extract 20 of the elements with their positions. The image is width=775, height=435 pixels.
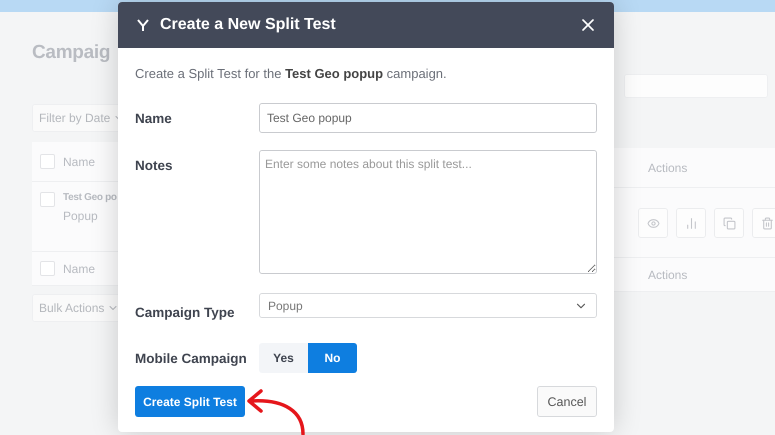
toggle-option[interactable]: No	[308, 343, 357, 373]
column-header: Name	[63, 154, 96, 168]
campaign-type-select[interactable]: Popup	[259, 293, 597, 318]
create-split-test-button[interactable]: Create Split Test	[135, 386, 245, 417]
toggle-option[interactable]: Yes	[259, 343, 308, 373]
field-label: Notes	[135, 158, 174, 173]
field-label: Campaign Type	[135, 305, 236, 320]
field-label: Mobile Campaign	[135, 350, 248, 366]
page-title: Campaig	[32, 42, 110, 64]
notes-field[interactable]: Enter some notes about this split test...	[259, 150, 597, 274]
column-header: Name	[63, 262, 96, 276]
column-header: Actions	[648, 160, 688, 174]
name-field[interactable]: Test Geo popup	[259, 103, 597, 133]
dialog-title: Create a New Split Test	[160, 16, 337, 34]
campaign-type: Popup	[63, 209, 99, 223]
field-label: Name	[135, 110, 173, 126]
cancel-button[interactable]: Cancel	[537, 386, 597, 417]
intro-text: Create a Split Test for the Test Geo popup campaign.	[135, 66, 448, 81]
campaign-name: Test Geo po	[63, 192, 117, 203]
column-header: Actions	[648, 268, 688, 282]
